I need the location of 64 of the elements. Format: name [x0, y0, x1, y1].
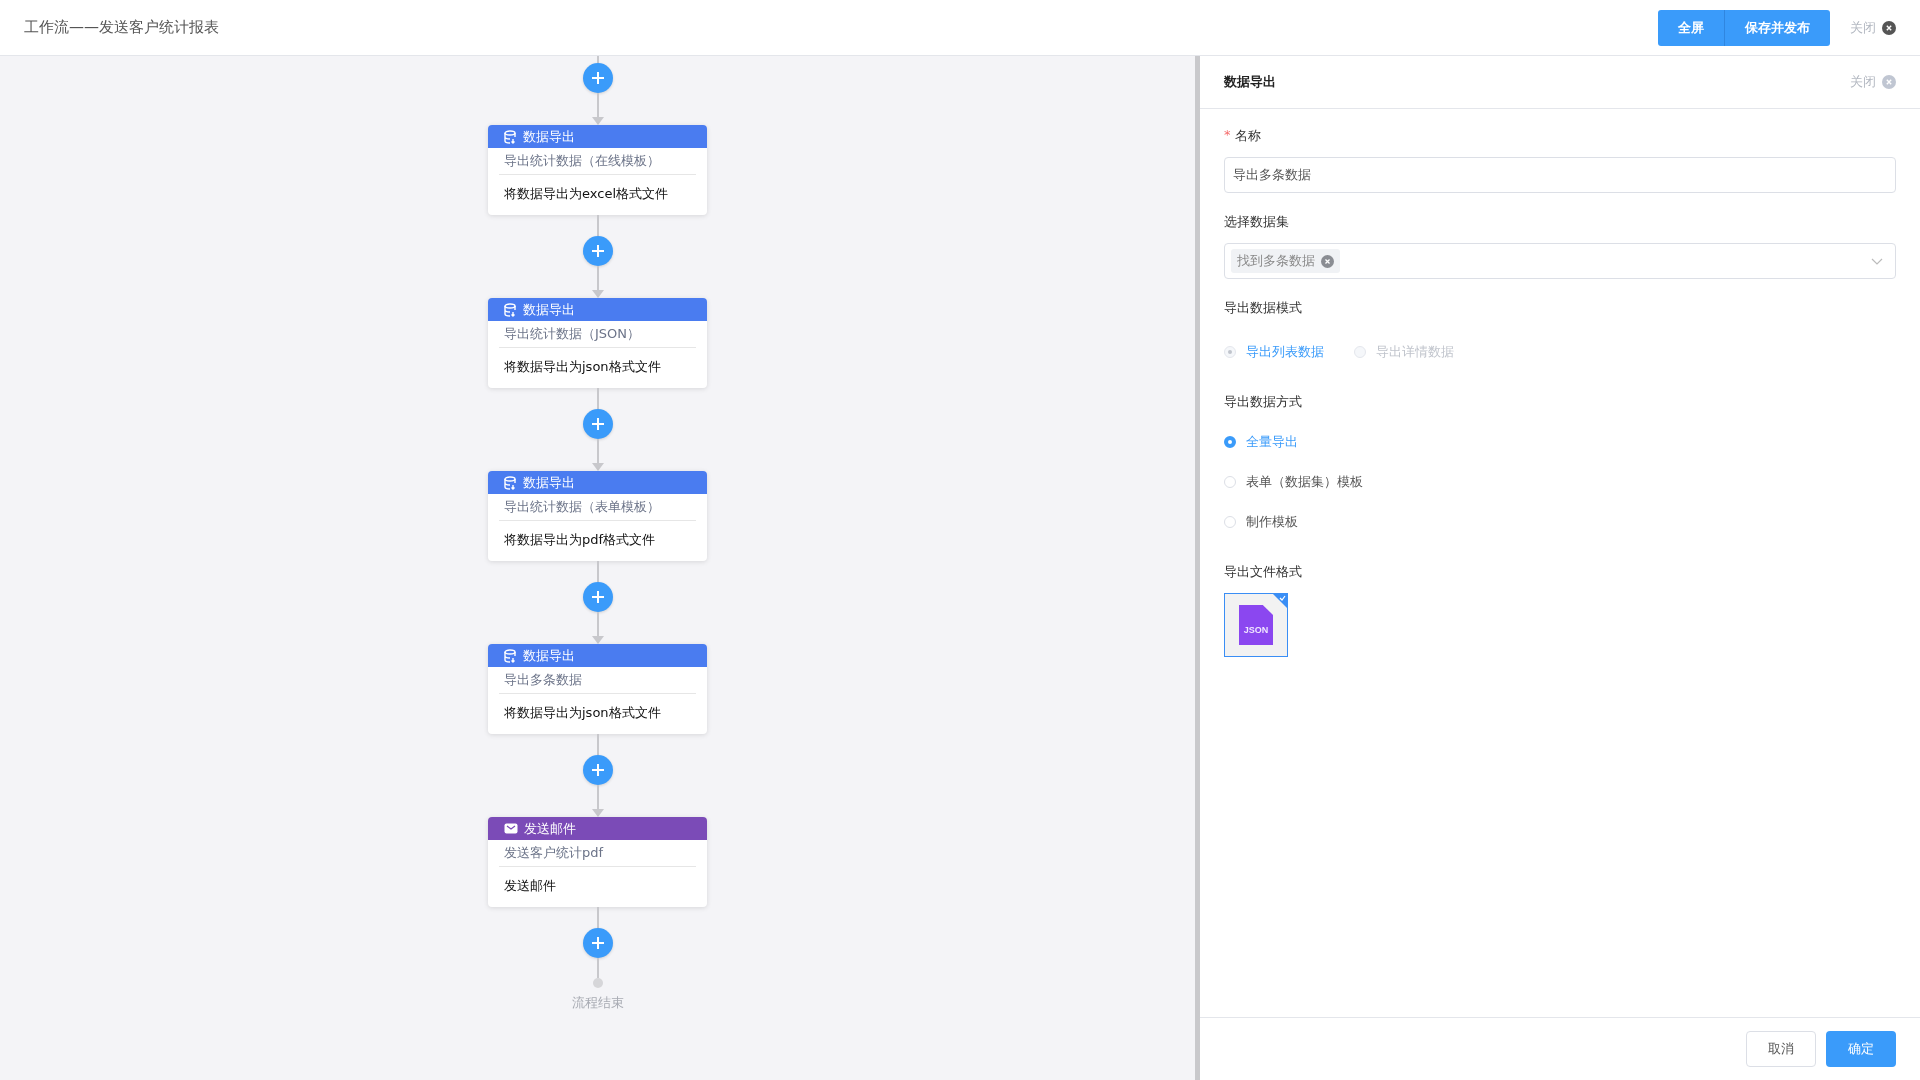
radio-option[interactable]: 制作模板 — [1224, 513, 1896, 531]
node-type: 发送邮件 — [524, 819, 576, 838]
add-node-button[interactable] — [582, 582, 613, 612]
node-name: 导出统计数据（表单模板） — [499, 494, 696, 521]
plus-icon — [590, 936, 605, 950]
plus-icon — [590, 71, 605, 85]
field-label: 名称 — [1234, 127, 1261, 145]
database-icon — [504, 129, 517, 144]
flow-node[interactable]: 数据导出 导出多条数据 将数据导出为json格式文件 — [488, 644, 707, 734]
footer-button[interactable]: 确定 — [1826, 1031, 1896, 1067]
node-name: 导出统计数据（JSON） — [499, 321, 696, 348]
field-label: 导出数据方式 — [1224, 393, 1303, 411]
node-type: 数据导出 — [523, 300, 575, 319]
plus-icon — [590, 417, 605, 431]
node-type: 数据导出 — [523, 127, 575, 146]
node-name: 导出多条数据 — [499, 667, 696, 694]
required-mark: * — [1224, 127, 1231, 144]
radio-option[interactable]: 表单（数据集）模板 — [1224, 473, 1896, 491]
add-node-button[interactable] — [582, 755, 613, 785]
file-format-option[interactable]: JSON — [1224, 593, 1288, 657]
plus-icon — [590, 763, 605, 777]
name-input[interactable]: 导出多条数据 — [1224, 157, 1896, 193]
node-name: 导出统计数据（在线模板） — [499, 148, 696, 175]
add-node-button[interactable] — [582, 409, 613, 439]
dataset-select[interactable]: 找到多条数据 — [1224, 243, 1896, 279]
add-node-button[interactable] — [582, 928, 613, 958]
node-description: 将数据导出为json格式文件 — [503, 704, 662, 722]
flow-node[interactable]: 发送邮件 发送客户统计pdf 发送邮件 — [488, 817, 707, 907]
field-label: 导出数据模式 — [1224, 299, 1303, 317]
workflow-title: 工作流——发送客户统计报表 — [24, 18, 220, 37]
plus-icon — [590, 590, 605, 604]
database-icon — [504, 302, 517, 317]
header-button[interactable]: 全屏 — [1658, 9, 1724, 46]
remove-icon — [1321, 254, 1334, 268]
field-label: 选择数据集 — [1224, 213, 1290, 231]
flow-node[interactable]: 数据导出 导出统计数据（在线模板） 将数据导出为excel格式文件 — [488, 125, 707, 215]
panel-title: 数据导出 — [1224, 73, 1277, 91]
node-description: 将数据导出为excel格式文件 — [503, 185, 669, 203]
close-icon — [1882, 20, 1896, 35]
node-description: 将数据导出为pdf格式文件 — [503, 531, 657, 549]
add-node-button[interactable] — [582, 236, 613, 266]
dataset-tag: 找到多条数据 — [1231, 249, 1340, 273]
close-icon — [1882, 75, 1896, 89]
plus-icon — [590, 244, 605, 258]
field-label: 导出文件格式 — [1224, 563, 1303, 581]
json-file-icon: JSON — [1239, 605, 1273, 645]
flow-node[interactable]: 数据导出 导出统计数据（JSON） 将数据导出为json格式文件 — [488, 298, 707, 388]
footer-button[interactable]: 取消 — [1746, 1031, 1816, 1067]
chevron-down-icon — [1871, 257, 1883, 265]
header-button[interactable]: 保存并发布 — [1724, 9, 1830, 46]
node-type: 数据导出 — [523, 473, 575, 492]
flow-node[interactable]: 数据导出 导出统计数据（表单模板） 将数据导出为pdf格式文件 — [488, 471, 707, 561]
radio-option[interactable]: 全量导出 — [1224, 433, 1896, 451]
checkmark-icon — [1273, 594, 1287, 608]
node-type: 数据导出 — [523, 646, 575, 665]
database-icon — [504, 475, 517, 490]
node-description: 发送邮件 — [503, 877, 557, 895]
envelope-icon — [504, 823, 518, 834]
node-description: 将数据导出为json格式文件 — [503, 358, 662, 376]
node-name: 发送客户统计pdf — [499, 840, 696, 867]
end-label: 流程结束 — [571, 994, 624, 1012]
add-node-button[interactable] — [582, 63, 613, 93]
end-dot — [592, 978, 603, 988]
database-icon — [504, 648, 517, 663]
